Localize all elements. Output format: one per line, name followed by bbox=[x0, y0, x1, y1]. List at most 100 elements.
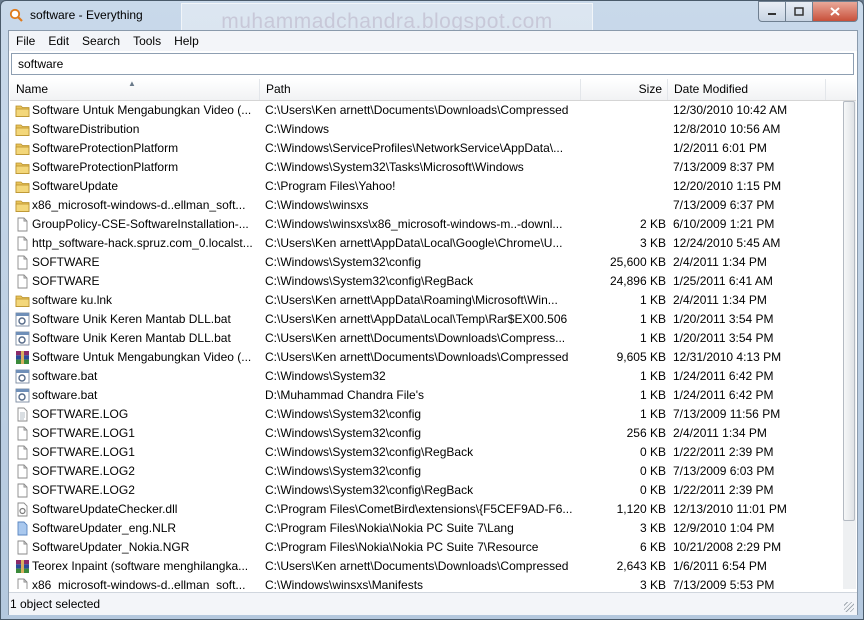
list-item[interactable]: software ku.lnk C:\Users\Ken arnett\AppDa… bbox=[10, 291, 843, 310]
item-date: 7/13/2009 11:56 PM bbox=[673, 407, 781, 421]
resize-grip-icon[interactable] bbox=[844, 602, 854, 612]
item-path: C:\Users\Ken arnett\Documents\Downloads\… bbox=[265, 103, 569, 117]
item-date: 7/13/2009 6:37 PM bbox=[673, 198, 775, 212]
item-date: 12/30/2010 10:42 AM bbox=[673, 103, 788, 117]
folder-icon bbox=[15, 198, 30, 213]
item-date: 2/4/2011 1:34 PM bbox=[673, 255, 767, 269]
list-item[interactable]: SoftwareUpdater_eng.NLR C:\Program Files\… bbox=[10, 519, 843, 538]
list-item[interactable]: SOFTWARE.LOG1 C:\Windows\System32\config\… bbox=[10, 443, 843, 462]
item-name: Software Unik Keren Mantab DLL.bat bbox=[32, 331, 231, 345]
item-date: 7/13/2009 6:03 PM bbox=[673, 464, 775, 478]
list-item[interactable]: x86_microsoft-windows-d..ellman_soft... C… bbox=[10, 196, 843, 215]
search-input[interactable] bbox=[12, 54, 853, 74]
item-path: C:\Windows\System32\config bbox=[265, 464, 422, 478]
list-item[interactable]: Software Untuk Mengabungkan Video (... C:… bbox=[10, 348, 843, 367]
list-item[interactable]: SoftwareUpdater_Nokia.NGR C:\Program File… bbox=[10, 538, 843, 557]
item-date: 1/25/2011 6:41 AM bbox=[673, 274, 773, 288]
close-icon bbox=[830, 7, 840, 16]
maximize-button[interactable] bbox=[785, 1, 813, 22]
item-size: 0 KB bbox=[639, 483, 666, 497]
file-icon bbox=[15, 578, 30, 589]
item-path: C:\Program Files\Nokia\Nokia PC Suite 7\… bbox=[265, 540, 539, 554]
list-item[interactable]: SOFTWARE.LOG2 C:\Windows\System32\config 0… bbox=[10, 462, 843, 481]
list-item[interactable]: SOFTWARE.LOG2 C:\Windows\System32\config\… bbox=[10, 481, 843, 500]
list-item[interactable]: SoftwareUpdate C:\Program Files\Yahoo! 12/… bbox=[10, 177, 843, 196]
item-size: 2 KB bbox=[639, 217, 666, 231]
column-date[interactable]: Date Modified bbox=[668, 79, 826, 100]
menu-edit[interactable]: Edit bbox=[41, 31, 75, 51]
list-item[interactable]: SOFTWARE C:\Windows\System32\config 25,600… bbox=[10, 253, 843, 272]
list-item[interactable]: software.bat D:\Muhammad Chandra File's 1 … bbox=[10, 386, 843, 405]
item-name: software.bat bbox=[32, 369, 98, 383]
item-date: 12/31/2010 4:13 PM bbox=[673, 350, 782, 364]
file-icon bbox=[15, 540, 30, 555]
list-item[interactable]: Software Unik Keren Mantab DLL.bat C:\Use… bbox=[10, 329, 843, 348]
item-name: SOFTWARE.LOG2 bbox=[32, 464, 135, 478]
item-date: 1/20/2011 3:54 PM bbox=[673, 331, 774, 345]
list-item[interactable]: SOFTWARE C:\Windows\System32\config\RegBa… bbox=[10, 272, 843, 291]
item-path: C:\Program Files\Yahoo! bbox=[265, 179, 396, 193]
file-icon bbox=[15, 274, 30, 289]
item-name: Software Untuk Mengabungkan Video (... bbox=[32, 350, 252, 364]
item-size: 25,600 KB bbox=[609, 255, 666, 269]
item-name: Software Untuk Mengabungkan Video (... bbox=[32, 103, 252, 117]
window-title: software - Everything bbox=[30, 8, 143, 22]
list-item[interactable]: Teorex Inpaint (software menghilangka...… bbox=[10, 557, 843, 576]
list-item[interactable]: GroupPolicy-CSE-SoftwareInstallation-...… bbox=[10, 215, 843, 234]
list-item[interactable]: SoftwareDistribution C:\Windows 12/8/2010 … bbox=[10, 120, 843, 139]
item-size bbox=[580, 177, 666, 196]
list-item[interactable]: Software Unik Keren Mantab DLL.bat C:\Use… bbox=[10, 310, 843, 329]
list-item[interactable]: SOFTWARE.LOG1 C:\Windows\System32\config 2… bbox=[10, 424, 843, 443]
column-size[interactable]: Size bbox=[580, 79, 668, 100]
item-size: 3 KB bbox=[639, 236, 666, 250]
item-size: 1 KB bbox=[639, 312, 666, 326]
item-size: 0 KB bbox=[639, 445, 666, 459]
nlr-icon bbox=[15, 521, 30, 536]
scrollbar-thumb[interactable] bbox=[843, 101, 855, 521]
list-item[interactable]: SoftwareUpdateChecker.dll C:\Program File… bbox=[10, 500, 843, 519]
item-date: 1/24/2011 6:42 PM bbox=[673, 369, 774, 383]
item-path: C:\Windows\System32 bbox=[265, 369, 386, 383]
close-button[interactable] bbox=[812, 1, 858, 22]
item-date: 1/24/2011 6:42 PM bbox=[673, 388, 774, 402]
list-item[interactable]: SoftwareProtectionPlatform C:\Windows\Sys… bbox=[10, 158, 843, 177]
maximize-icon bbox=[794, 7, 804, 16]
menu-tools[interactable]: Tools bbox=[126, 31, 167, 51]
item-date: 12/8/2010 10:56 AM bbox=[673, 122, 781, 136]
minimize-button[interactable] bbox=[758, 1, 786, 22]
everything-window: software - Everything muhammadchandra.bl… bbox=[0, 0, 864, 620]
list-item[interactable]: SOFTWARE.LOG C:\Windows\System32\config 1 … bbox=[10, 405, 843, 424]
list-item[interactable]: software.bat C:\Windows\System32 1 KB 1/24/… bbox=[10, 367, 843, 386]
list-item[interactable]: x86_microsoft-windows-d..ellman_soft... C… bbox=[10, 576, 843, 589]
rows-container: Software Untuk Mengabungkan Video (... C:… bbox=[10, 101, 843, 589]
item-path: C:\Windows\winsxs\Manifests bbox=[265, 578, 424, 589]
column-name[interactable]: Name ▲ bbox=[10, 79, 260, 100]
menu-file[interactable]: File bbox=[9, 31, 41, 51]
rar-icon bbox=[15, 559, 30, 574]
bat-icon bbox=[15, 369, 30, 384]
item-name: Software Unik Keren Mantab DLL.bat bbox=[32, 312, 231, 326]
title-bar[interactable]: software - Everything muhammadchandra.bl… bbox=[1, 1, 863, 41]
item-size bbox=[580, 158, 666, 177]
file-icon bbox=[15, 483, 30, 498]
item-size: 256 KB bbox=[626, 426, 666, 440]
search-box bbox=[11, 53, 854, 75]
list-item[interactable]: SoftwareProtectionPlatform C:\Windows\Ser… bbox=[10, 139, 843, 158]
item-date: 7/13/2009 8:37 PM bbox=[673, 160, 775, 174]
list-item[interactable]: Software Untuk Mengabungkan Video (... C:… bbox=[10, 101, 843, 120]
item-path: C:\Windows\winsxs\x86_microsoft-windows-… bbox=[265, 217, 563, 231]
menu-search[interactable]: Search bbox=[75, 31, 126, 51]
item-path: C:\Users\Ken arnett\Documents\Downloads\… bbox=[265, 331, 566, 345]
item-size: 3 KB bbox=[639, 521, 666, 535]
vertical-scrollbar[interactable] bbox=[843, 101, 856, 589]
list-item[interactable]: http_software-hack.spruz.com_0.localst..… bbox=[10, 234, 843, 253]
item-size: 24,896 KB bbox=[609, 274, 666, 288]
folder-icon bbox=[15, 179, 30, 194]
menu-help[interactable]: Help bbox=[167, 31, 205, 51]
item-name: SOFTWARE.LOG bbox=[32, 407, 129, 421]
column-date-label: Date Modified bbox=[674, 82, 749, 96]
item-size: 0 KB bbox=[639, 464, 666, 478]
item-size bbox=[580, 101, 666, 120]
item-name: SoftwareUpdate bbox=[32, 179, 119, 193]
item-date: 12/13/2010 11:01 PM bbox=[673, 502, 787, 516]
